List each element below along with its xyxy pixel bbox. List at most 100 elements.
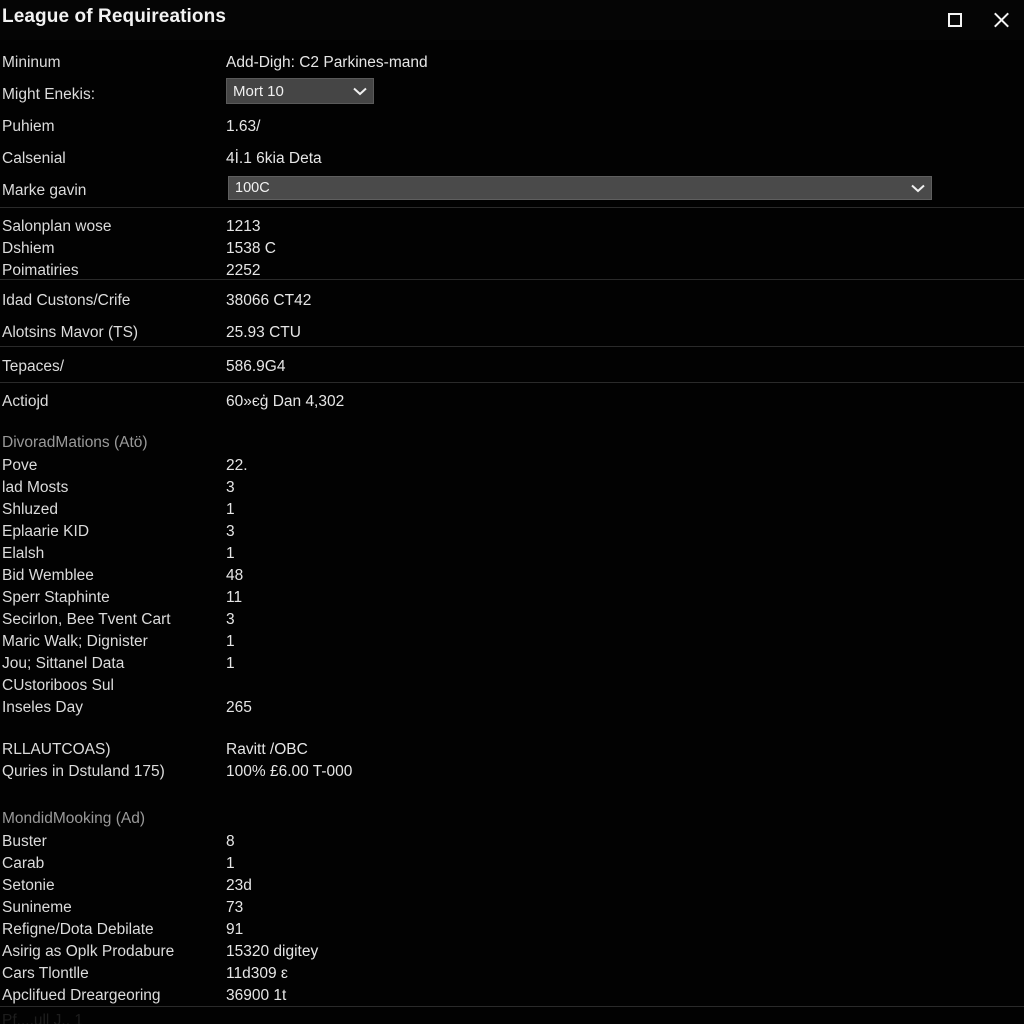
row-jou-sittanel-data: Jou; Sittanel Data 1: [0, 653, 1024, 675]
row-value: 1: [226, 501, 235, 518]
row-value: 8: [226, 833, 235, 850]
might-enekis-dropdown[interactable]: Mort 10: [226, 78, 374, 104]
row-label: Buster: [2, 833, 47, 850]
row-label: Marke gavin: [2, 182, 87, 199]
row-value: Add-Digh: C2 Parkines-mand: [226, 54, 428, 71]
row-label: Tepaces/: [2, 358, 65, 375]
row-salonplan-wose: Salonplan wose 1213: [0, 216, 1024, 238]
row-refigne-dota-debilate: Refigne/Dota Debilate 91: [0, 919, 1024, 941]
close-icon: [992, 11, 1010, 29]
row-label: Asirig aѕ Oplk Prodabure: [2, 943, 175, 960]
application-window: League of Requireations Mininum Add-Digh:…: [0, 0, 1024, 1024]
row-value: 1: [226, 545, 235, 562]
row-actiojd: Actiojd 60»єģ Dan 4,302: [0, 391, 1024, 413]
row-puhiem: Puhiem 1.63/: [0, 116, 1024, 138]
row-rllautcoas: RLLAUTCOAS) Ravitt /OBC: [0, 739, 1024, 761]
row-value: 91: [226, 921, 244, 938]
section-header-mondid: MondidMooking (Ad): [2, 810, 146, 827]
row-apclifued-dreargeoring: Apclifued Dreargeoring 36900 1t: [0, 985, 1024, 1007]
close-button[interactable]: [978, 0, 1024, 40]
content-sheet: Mininum Add-Digh: C2 Parkines-mand Might E…: [0, 40, 1024, 1024]
square-icon: [948, 13, 962, 27]
row-sunineme: Sunineme 73: [0, 897, 1024, 919]
row-asirig-a-oplk-prodabure: Asirig aѕ Oplk Prodabure 15320 digitey: [0, 941, 1024, 963]
maximize-button[interactable]: [932, 0, 978, 40]
row-value: 1: [226, 855, 235, 872]
row-label: Sunineme: [2, 899, 72, 916]
row-label: Calsenial: [2, 150, 66, 167]
row-value: 1: [226, 633, 235, 650]
row-value: 22.: [226, 457, 248, 474]
row-value: 36900 1t: [226, 987, 287, 1004]
row-label: Quries in Dstuland 175): [2, 763, 165, 780]
window-title: League of Requireations: [2, 6, 227, 27]
row-maric-walk-dignister: Maric Walk; Dignister 1: [0, 631, 1024, 653]
row-label: Actiojd: [2, 393, 49, 410]
row-calsenial: Calsenial 4İ.1 6kia Deta: [0, 148, 1024, 170]
row-bid-wemblee: Bid Wemblee 48: [0, 565, 1024, 587]
row-value: 3: [226, 611, 235, 628]
row-carab: Carab 1: [0, 853, 1024, 875]
row-label: Apclifued Dreargeoring: [2, 987, 161, 1004]
row-label: Shluzed: [2, 501, 59, 518]
row-eplaarie-kid: Eplaarie KID 3: [0, 521, 1024, 543]
clipped-bottom-text: Pf....ull J.. 1: [2, 1012, 83, 1024]
row-value: 73: [226, 899, 244, 916]
row-buster: Buster 8: [0, 831, 1024, 853]
section-divider-1: [0, 207, 1024, 208]
row-quries-in-dstuland-175: Quries in Dstuland 175) 100% £6.00 T-000: [0, 761, 1024, 783]
row-label: Poimatiries: [2, 262, 79, 279]
row-value: Ravitt /OBC: [226, 741, 308, 758]
row-label: Alotsins Mavor (TS): [2, 324, 139, 341]
row-dshiem: Dshiem 1538 C: [0, 238, 1024, 260]
row-tepaces: Tepaces/586.9G4: [0, 356, 1024, 378]
row-value: 586.9G4: [226, 358, 286, 375]
row-elalsh: Elalsh 1: [0, 543, 1024, 565]
row-value: 1213: [226, 218, 261, 235]
row-value: 3: [226, 523, 235, 540]
row-custoriboos-sul: CUstoriboos Sul: [0, 675, 1024, 697]
row-label: RLLAUTCOAS): [2, 741, 111, 758]
row-value: 25.93 CTU: [226, 324, 301, 341]
row-cars-tlontlle: Cars Tlontlle 11ԁ309 ԑ: [0, 963, 1024, 985]
row-value: 4İ.1 6kia Deta: [226, 150, 322, 167]
row-label: Carab: [2, 855, 45, 872]
row-value: 38066 CT42: [226, 292, 312, 309]
row-shluzed: Shluzed 1: [0, 499, 1024, 521]
row-value: 15320 digitey: [226, 943, 319, 960]
row-value: 23ԁ: [226, 877, 252, 894]
row-alotsins-mavor-ts: Alotsins Mavor (TS) 25.93 CTU: [0, 322, 1024, 344]
row-label: Puhiem: [2, 118, 55, 135]
marke-gavin-dropdown[interactable]: 100C: [228, 176, 932, 200]
row-value: 11: [226, 589, 243, 606]
row-label: lad Mosts: [2, 479, 69, 496]
row-value: 11ԁ309 ԑ: [226, 965, 288, 982]
row-sperr-staphinte: Sperr Staphinte 11: [0, 587, 1024, 609]
title-bar: League of Requireations: [0, 0, 1024, 40]
row-label: CUstoriboos Sul: [2, 677, 114, 694]
row-value: 1.63/: [226, 118, 261, 135]
row-label: Secirlon, Bee Tvent Cart: [2, 611, 171, 628]
row-mininum: Mininum Add-Digh: C2 Parkines-mand: [0, 52, 1024, 74]
section-divider-3: [0, 346, 1024, 347]
window-controls: [932, 0, 1024, 40]
section-divider-4: [0, 382, 1024, 383]
row-label: Eplaarie KID: [2, 523, 90, 540]
row-inseles-day: Inseles Day 265: [0, 697, 1024, 719]
row-label: Bid Wemblee: [2, 567, 94, 584]
row-value: 3: [226, 479, 235, 496]
row-setonie: Setonie 23ԁ: [0, 875, 1024, 897]
row-value: 60»єģ Dan 4,302: [226, 393, 345, 410]
row-label: Idad Custons/Crife: [2, 292, 131, 309]
row-value: 48: [226, 567, 244, 584]
row-label: Might Enekis:: [2, 86, 96, 103]
row-value: 1: [226, 655, 235, 672]
row-label: Salonplan wose: [2, 218, 112, 235]
row-label: Sperr Staphinte: [2, 589, 110, 606]
row-value: 2252: [226, 262, 261, 279]
row-poimatiries: Poimatiries 2252: [0, 260, 1024, 282]
chevron-down-icon: [905, 184, 931, 193]
combo-selected-value: 100C: [235, 180, 270, 196]
row-value: 265: [226, 699, 252, 716]
row-label: Elalsh: [2, 545, 45, 562]
